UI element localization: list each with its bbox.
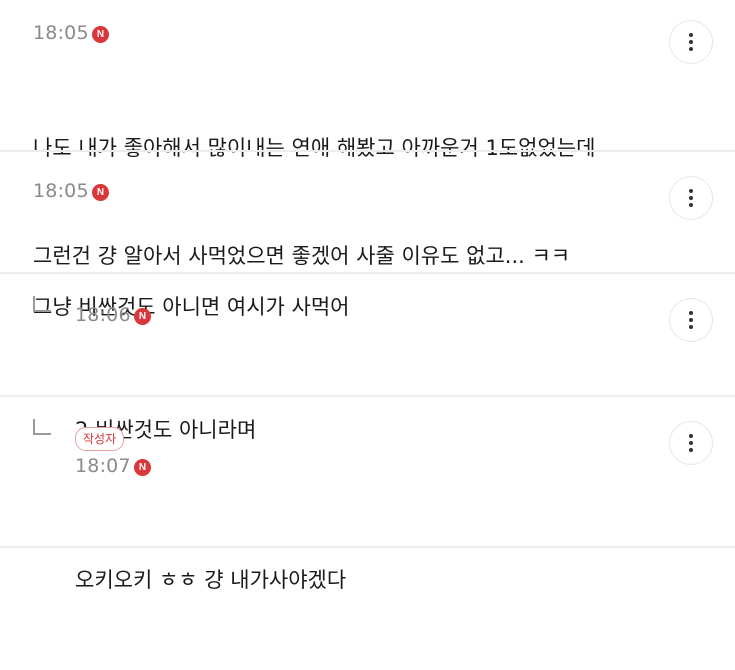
more-dot-icon xyxy=(689,203,693,207)
comment-item: 18:05 N 그냥 비싼것도 아니면 여시가 사먹어 xyxy=(0,152,735,319)
more-dot-icon xyxy=(689,40,693,44)
author-tag-badge: 작성자 xyxy=(75,427,125,451)
new-badge-icon: N xyxy=(92,26,109,43)
comment-item: 18:05 N 나도 내가 좋아해서 많이내는 연애 해봤고 아까운거 1도없었… xyxy=(0,0,735,268)
comment-time: 18:07 xyxy=(75,455,131,477)
more-options-button[interactable] xyxy=(669,421,713,465)
more-options-button[interactable] xyxy=(669,176,713,220)
more-dot-icon xyxy=(689,189,693,193)
more-dot-icon xyxy=(689,325,693,329)
comment-time: 18:05 xyxy=(33,180,89,202)
more-dot-icon xyxy=(689,311,693,315)
comment-body: 오키오키 ㅎㅎ 걍 내가사야겠다 xyxy=(75,490,346,670)
more-dot-icon xyxy=(689,33,693,37)
more-dot-icon xyxy=(689,196,693,200)
more-options-button[interactable] xyxy=(669,20,713,64)
more-dot-icon xyxy=(689,441,693,445)
comment-divider xyxy=(0,546,735,548)
more-dot-icon xyxy=(689,434,693,438)
new-badge-icon: N xyxy=(134,308,151,325)
new-badge-icon: N xyxy=(134,459,151,476)
new-badge-icon: N xyxy=(92,184,109,201)
comment-time: 18:05 xyxy=(33,22,89,44)
reply-comment-item: 18:06 N 2 비싼것도 아니라며 xyxy=(0,274,735,442)
reply-arrow-icon xyxy=(33,296,51,312)
more-options-button[interactable] xyxy=(669,298,713,342)
more-dot-icon xyxy=(689,47,693,51)
reply-arrow-icon xyxy=(33,419,51,435)
more-dot-icon xyxy=(689,448,693,452)
comment-time: 18:06 xyxy=(75,304,131,326)
reply-comment-item: 작성자 18:07 N 오키오키 ㅎㅎ 걍 내가사야겠다 xyxy=(0,397,735,592)
more-dot-icon xyxy=(689,318,693,322)
comment-text-line: 오키오키 ㅎㅎ 걍 내가사야겠다 xyxy=(75,568,347,592)
